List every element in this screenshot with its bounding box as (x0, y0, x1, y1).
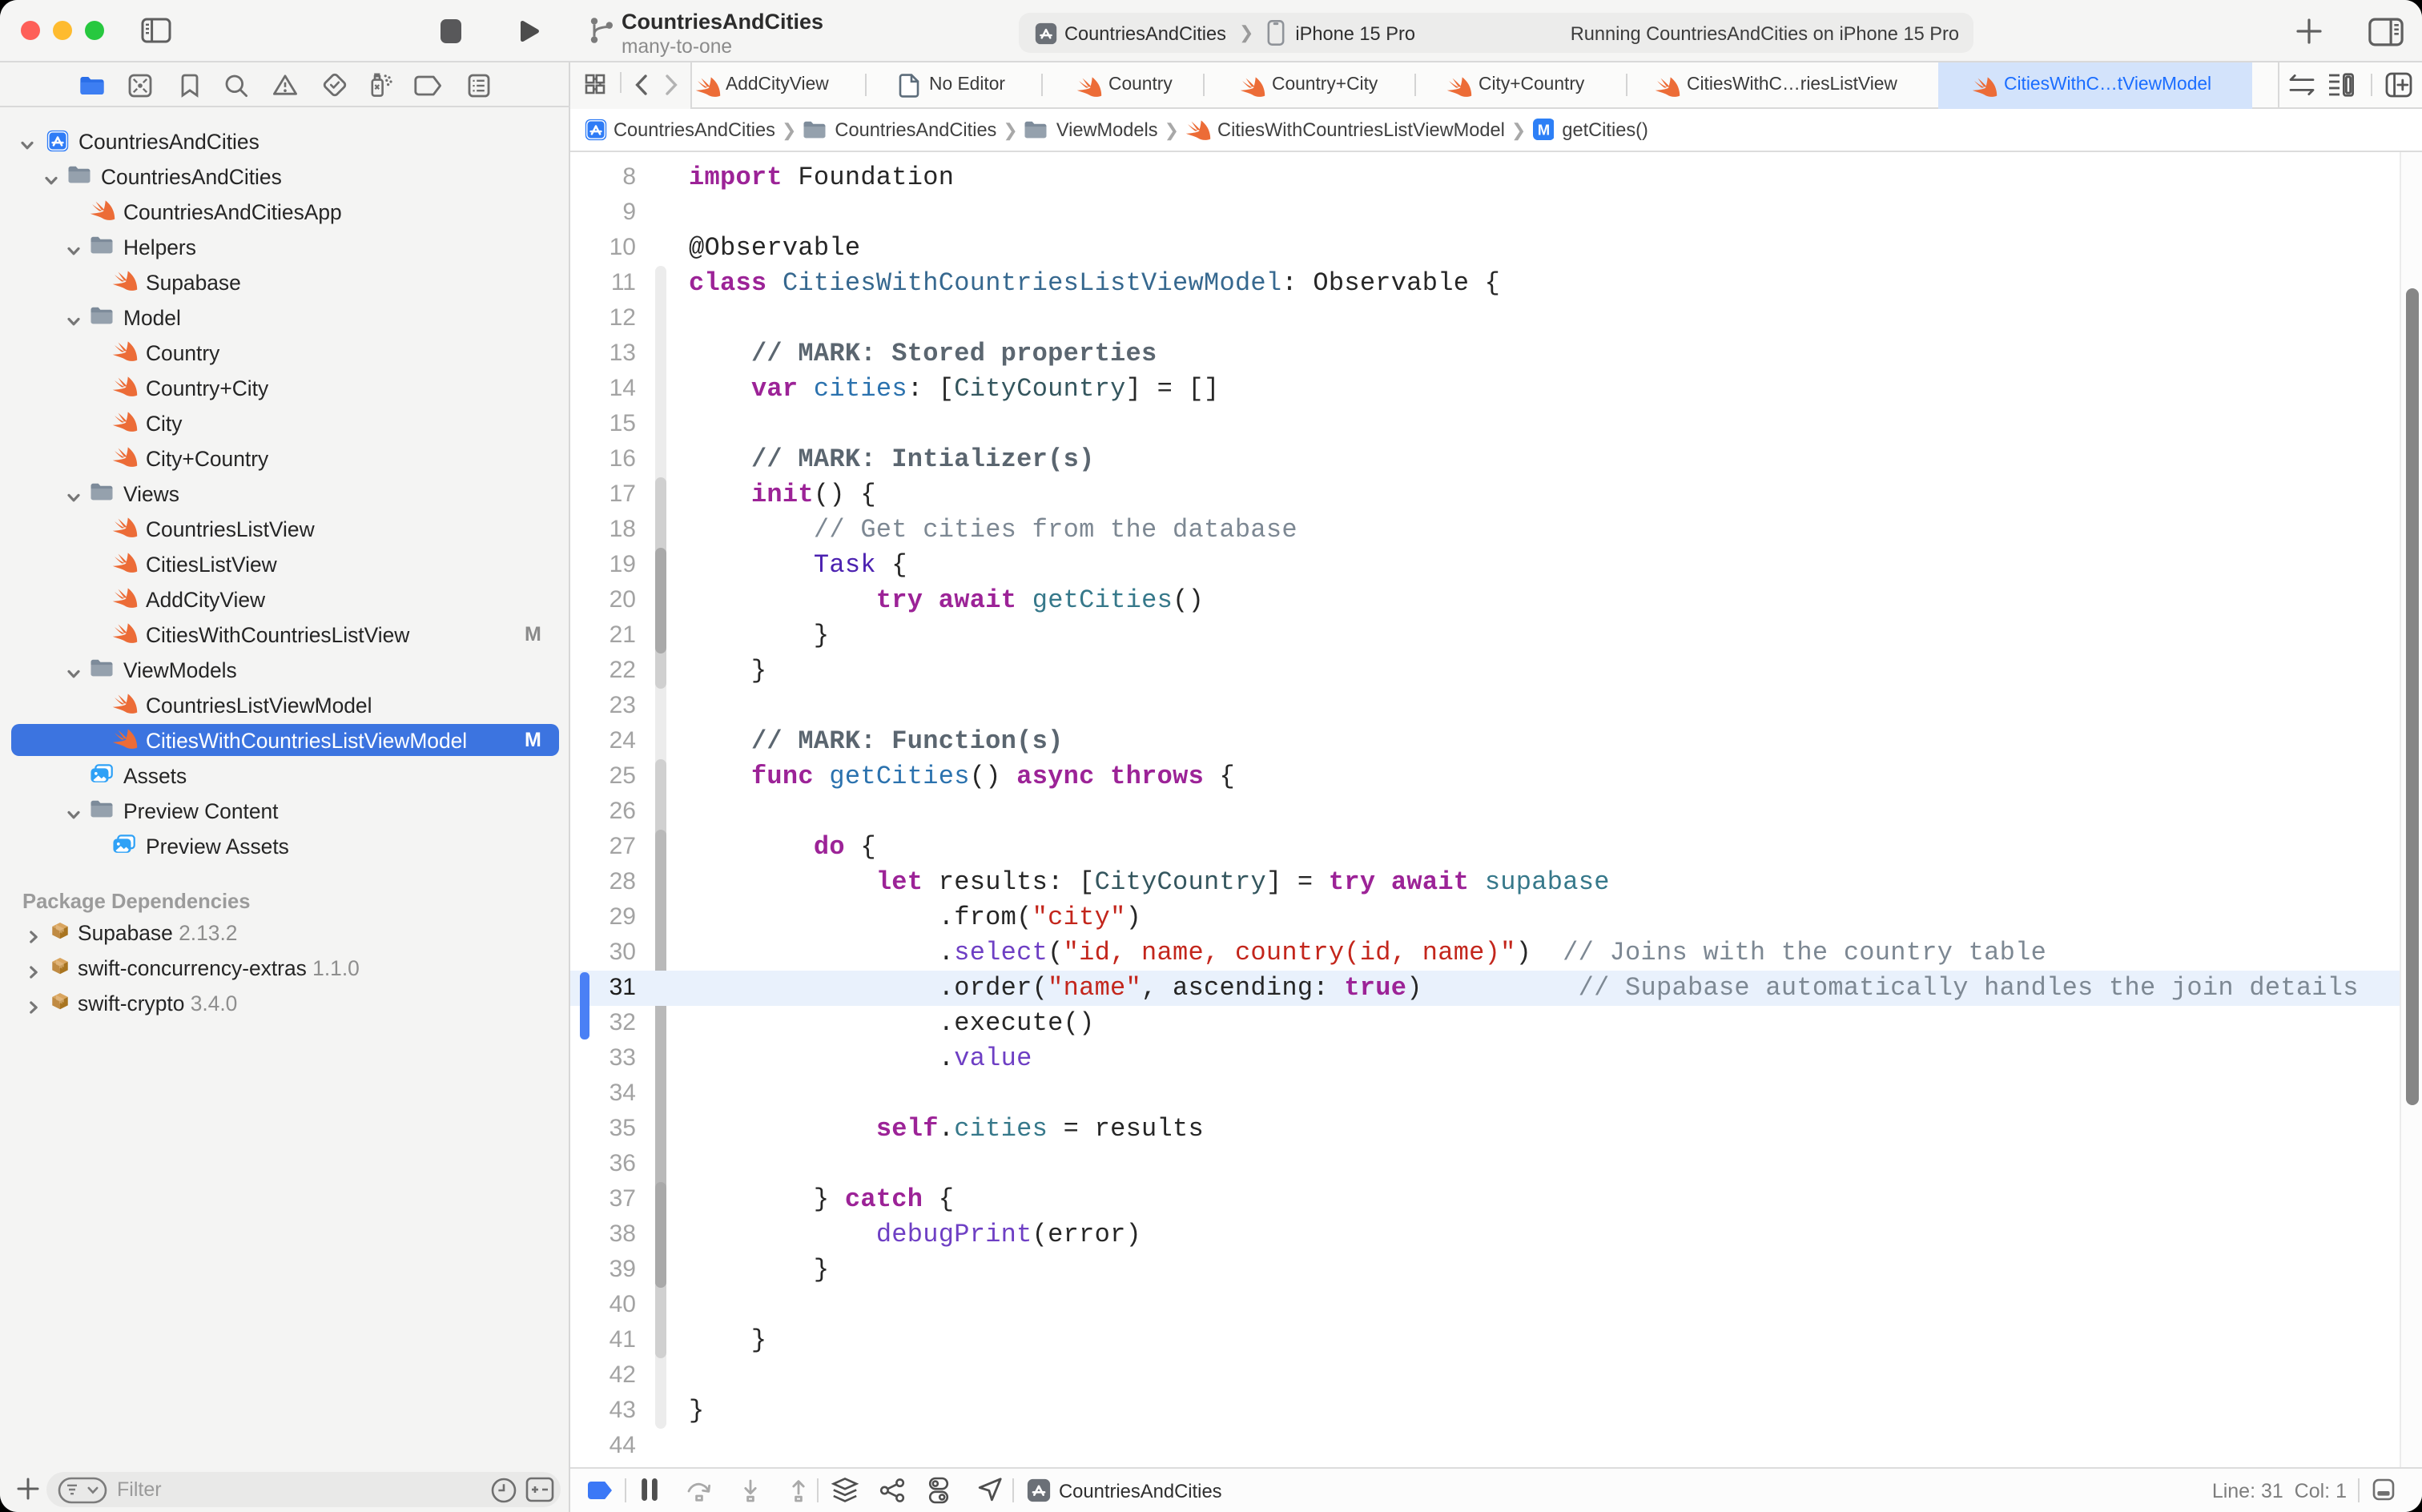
svg-text:M: M (1537, 122, 1549, 139)
